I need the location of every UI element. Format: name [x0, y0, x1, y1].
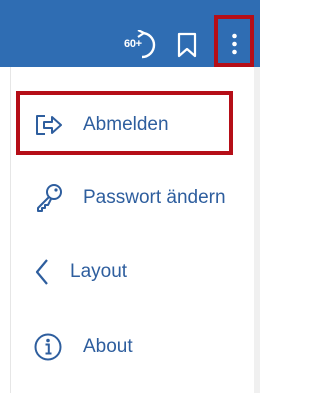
menu-item-label: Passwort ändern: [83, 187, 226, 208]
menu-item-change-password[interactable]: Passwort ändern: [11, 168, 254, 228]
app-header: 60+: [0, 0, 260, 67]
menu-item-label: About: [83, 336, 133, 357]
more-vertical-icon: [232, 33, 237, 57]
key-icon: [33, 182, 65, 214]
menu-shadow: [253, 67, 260, 393]
menu-item-layout[interactable]: Layout: [11, 242, 254, 302]
more-menu-button[interactable]: [214, 15, 254, 67]
menu-item-about[interactable]: About: [11, 317, 254, 377]
highlight-box-logout: [16, 91, 233, 155]
bookmark-icon[interactable]: [176, 32, 198, 58]
menu-item-label: Layout: [70, 261, 128, 282]
timer-label: 60+: [124, 38, 142, 50]
info-icon: [33, 331, 65, 363]
chevron-left-icon: [27, 256, 59, 288]
